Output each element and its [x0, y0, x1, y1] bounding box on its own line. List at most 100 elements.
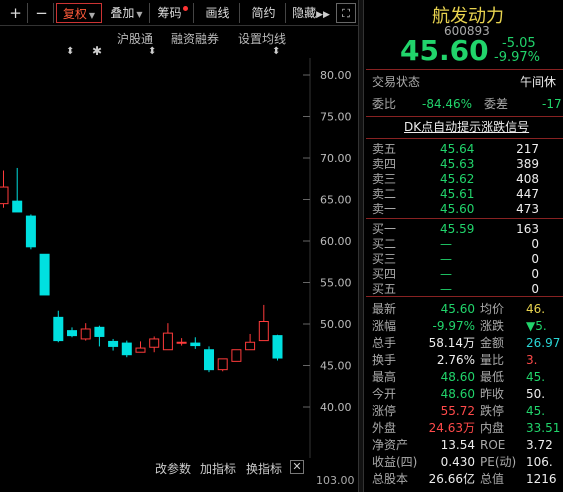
chip-button[interactable]: 筹码 [152, 3, 194, 23]
hide-button[interactable]: 隐藏▶▶ [288, 3, 334, 23]
stat-value: 24.63万 [428, 421, 475, 435]
candle-body[interactable] [162, 332, 173, 351]
toolbar: + − 复权 ▼ 叠加 ▼ 筹码 画线 简约 隐藏▶▶ ⛶ [0, 0, 358, 26]
status-label: 交易状态 [372, 75, 421, 89]
fuquan-label: 复权 [62, 7, 87, 21]
candle-body[interactable] [231, 349, 242, 362]
stat-value: 26.66亿 [428, 472, 475, 486]
candle-body[interactable] [272, 335, 283, 359]
star-marker-icon[interactable]: ✱ [92, 44, 102, 58]
candle-body[interactable] [176, 341, 187, 344]
candle-body[interactable] [25, 215, 36, 248]
wb-label: 委比 [372, 97, 397, 111]
stat-label: ROE [480, 438, 506, 452]
candle-body[interactable] [0, 186, 9, 205]
candle-body[interactable] [135, 347, 146, 353]
level-volume: 217 [516, 142, 539, 156]
stat-value: 2.76% [436, 353, 475, 367]
candle-body[interactable] [258, 321, 269, 342]
stat-label: PE(动) [480, 455, 517, 469]
order-book-row[interactable]: 卖一 45.60 473 [366, 201, 563, 217]
candle-body[interactable] [80, 328, 91, 340]
level-price: 45.62 [440, 172, 475, 186]
add-indicator-button[interactable]: 加指标 [200, 460, 236, 477]
overlay-button[interactable]: 叠加 ▼ [104, 3, 150, 23]
dk-label: DK点自动提示涨跌信号 [404, 120, 530, 134]
stat-label: 收益(四) [372, 455, 418, 469]
ma-settings-link[interactable]: 设置均线 [238, 30, 286, 47]
level-label: 买一 [372, 222, 397, 236]
bottom-axis-value: 103.00 [316, 474, 355, 487]
stat-value: 45. [526, 404, 546, 418]
candle-body[interactable] [39, 253, 50, 296]
order-book-row[interactable]: 卖二 45.61 447 [366, 186, 563, 202]
candle-body[interactable] [190, 342, 201, 347]
divider [366, 69, 563, 70]
order-book-row[interactable]: 买一 45.59 163 [366, 221, 563, 237]
wc-value: -17 [542, 97, 562, 111]
level-price: — [440, 237, 452, 251]
chip-label: 筹码 [157, 6, 182, 20]
stat-label: 最高 [372, 370, 397, 384]
stat-label: 今开 [372, 387, 397, 401]
divider [366, 296, 563, 297]
y-tick-label: 60.00 [320, 235, 352, 248]
hsgt-link[interactable]: 沪股通 [117, 30, 153, 47]
candle-body[interactable] [217, 358, 228, 371]
kline-svg[interactable]: 80.00 75.00 70.00 65.00 60.00 55.00 50.00 45.00… [0, 58, 358, 458]
order-book-row[interactable]: 卖四 45.63 389 [366, 156, 563, 172]
event-marker-icon[interactable]: ⬍ [66, 46, 74, 57]
fullscreen-icon[interactable]: ⛶ [336, 3, 356, 23]
candle-body[interactable] [121, 342, 132, 356]
stat-value: -9.97% [432, 319, 475, 333]
candle-body[interactable] [245, 341, 256, 351]
dk-signal-link[interactable]: DK点自动提示涨跌信号 [366, 119, 563, 135]
order-book-row[interactable]: 卖五 45.64 217 [366, 141, 563, 157]
level-volume: 0 [531, 237, 539, 251]
candle-body[interactable] [94, 326, 105, 337]
change-params-button[interactable]: 改参数 [155, 460, 191, 477]
draw-line-button[interactable]: 画线 [196, 3, 240, 23]
stats-row: 最新 45.60 均价 46. [366, 301, 563, 317]
price-change: -5.05 [502, 36, 536, 51]
candle-body[interactable] [204, 349, 214, 371]
stat-label: 总股本 [372, 472, 409, 486]
candle-body[interactable] [53, 316, 64, 342]
order-book-row[interactable]: 买三 — 0 [366, 251, 563, 267]
candle-body[interactable] [108, 340, 119, 347]
stats-row: 涨幅 -9.97% 涨跌 ▼5. [366, 318, 563, 334]
stat-label: 总手 [372, 336, 397, 350]
switch-indicator-button[interactable]: 换指标 [246, 460, 282, 477]
y-tick-label: 75.00 [320, 111, 352, 124]
fuquan-button[interactable]: 复权 ▼ [56, 3, 102, 23]
close-icon[interactable]: ✕ [290, 460, 304, 474]
level-volume: 0 [531, 267, 539, 281]
level-price: 45.60 [440, 202, 475, 216]
candle-body[interactable] [149, 338, 160, 348]
event-marker-icon[interactable]: ⬍ [148, 46, 156, 57]
order-book-row[interactable]: 买五 — 0 [366, 281, 563, 297]
event-marker-icon[interactable]: ⬍ [272, 46, 280, 57]
order-book-row[interactable]: 卖三 45.62 408 [366, 171, 563, 187]
plus-icon[interactable]: + [4, 3, 28, 23]
margin-trading-link[interactable]: 融资融券 [171, 30, 219, 47]
minus-icon[interactable]: − [30, 3, 54, 23]
brief-button[interactable]: 简约 [242, 3, 286, 23]
stat-value: 33.51 [526, 421, 561, 435]
divider [366, 116, 563, 117]
divider [366, 218, 563, 219]
level-label: 买三 [372, 252, 397, 266]
level-label: 买五 [372, 282, 397, 296]
stat-value: 0.430 [440, 455, 475, 469]
stat-value: 45.60 [440, 302, 475, 316]
stat-value: 1216 [526, 472, 557, 486]
order-book-row[interactable]: 买二 — 0 [366, 236, 563, 252]
candle-body[interactable] [67, 330, 77, 337]
stat-value: 55.72 [440, 404, 475, 418]
candle-body[interactable] [12, 200, 23, 213]
kline-chart[interactable]: 80.00 75.00 70.00 65.00 60.00 55.00 50.00 45.00… [0, 58, 358, 458]
stats-row: 总手 58.14万 金额 26.97 [366, 335, 563, 351]
order-book-row[interactable]: 买四 — 0 [366, 266, 563, 282]
panel-splitter[interactable] [358, 0, 364, 492]
stat-label: 换手 [372, 353, 397, 367]
